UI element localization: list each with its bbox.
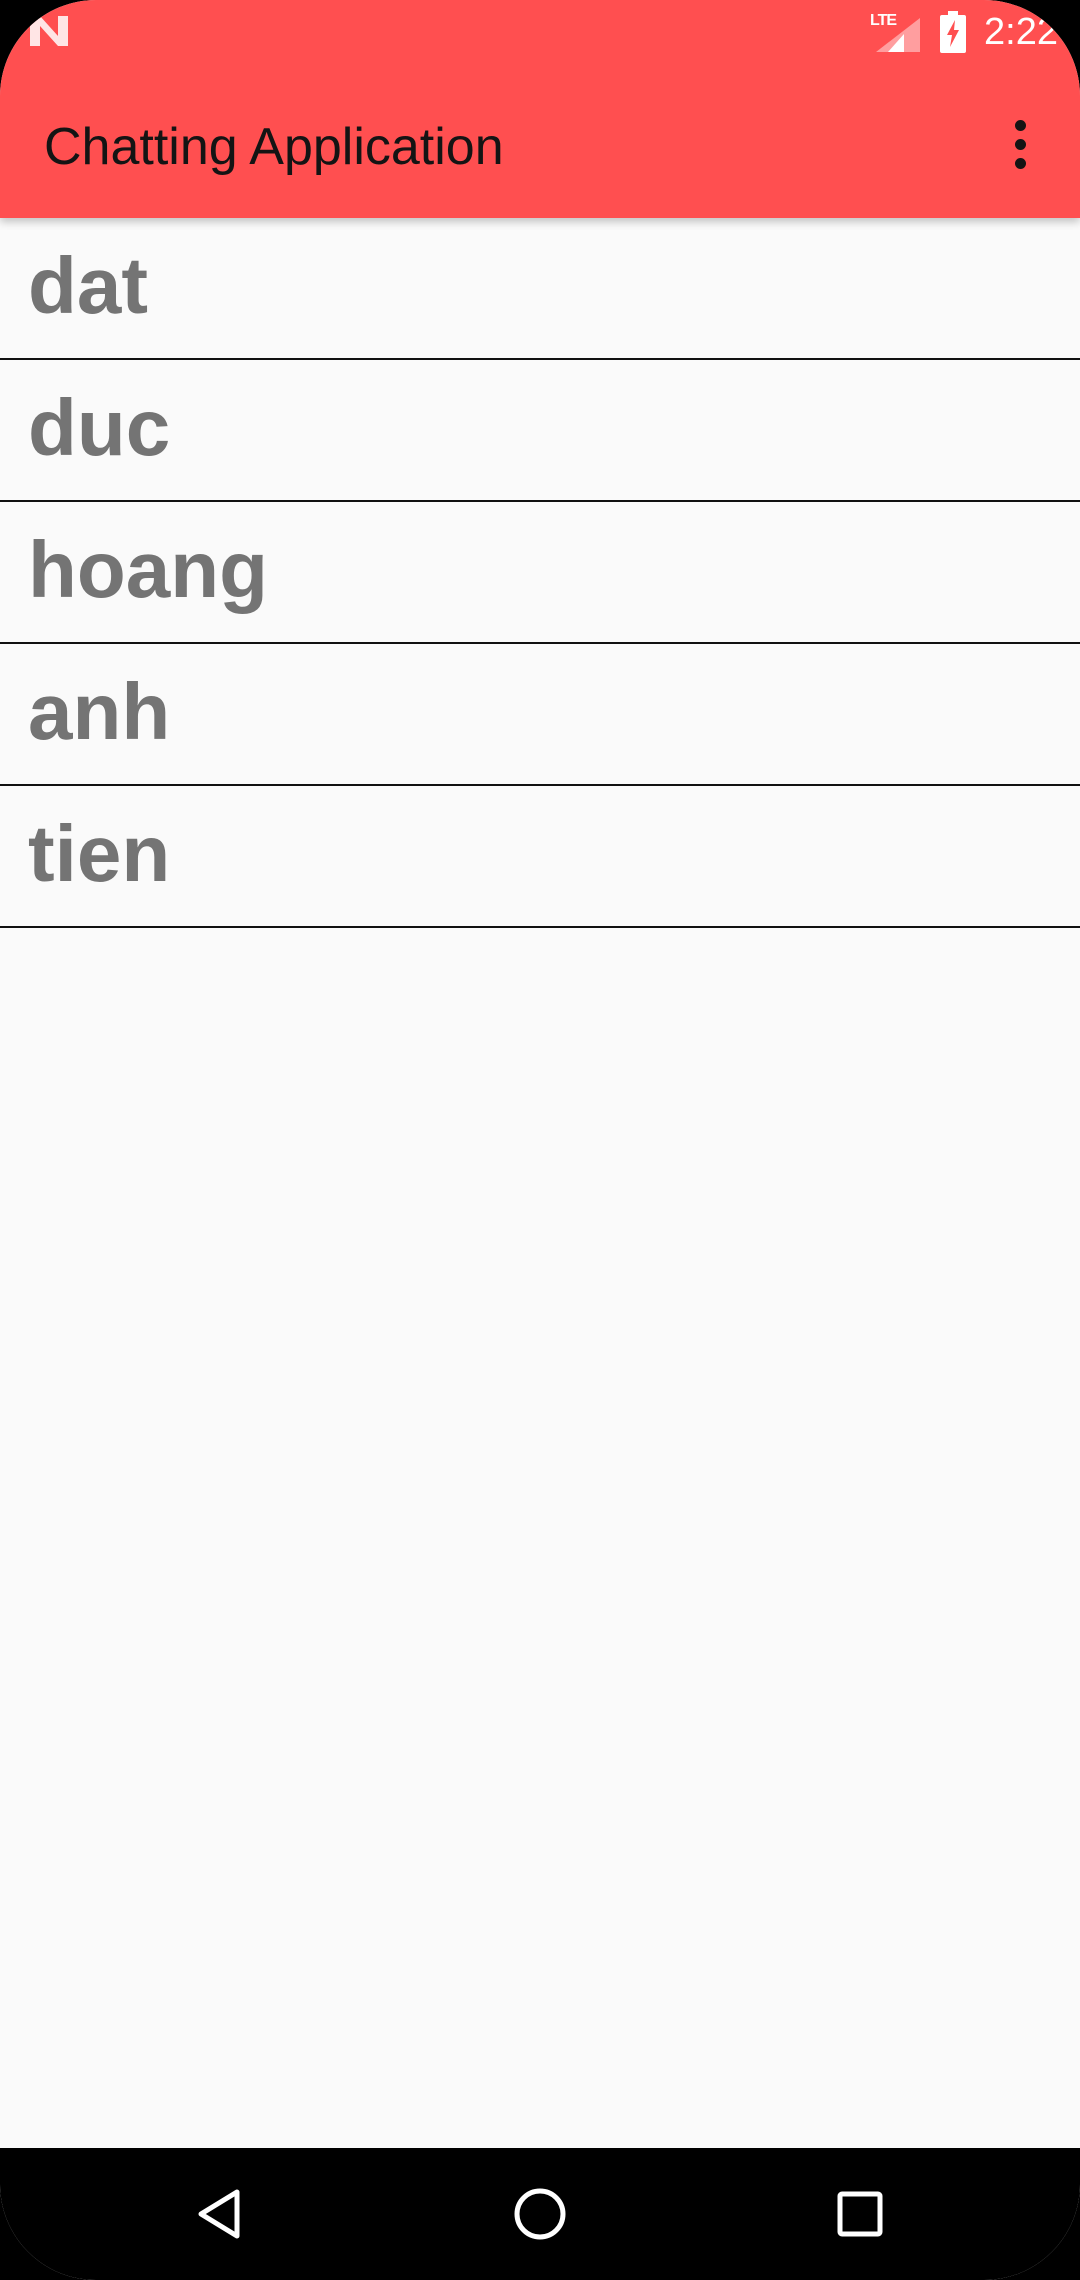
- user-name: anh: [28, 667, 171, 756]
- back-icon: [198, 2189, 240, 2239]
- notification-n-icon: [30, 16, 68, 46]
- user-name: tien: [28, 809, 171, 898]
- navigation-bar: [0, 2148, 1080, 2280]
- recents-icon: [837, 2191, 883, 2237]
- app-bar: LTE 2:22 Chatting Application: [0, 0, 1080, 218]
- nav-home-button[interactable]: [500, 2174, 580, 2254]
- list-item[interactable]: tien: [0, 786, 1080, 928]
- home-icon: [514, 2188, 566, 2240]
- battery-charging-icon: [940, 11, 967, 53]
- nav-back-button[interactable]: [181, 2174, 261, 2254]
- signal-icon: [876, 18, 921, 52]
- list-item[interactable]: anh: [0, 644, 1080, 786]
- user-list: dat duc hoang anh tien: [0, 218, 1080, 928]
- nav-recents-button[interactable]: [820, 2174, 900, 2254]
- user-name: duc: [28, 383, 171, 472]
- status-bar: LTE 2:22: [0, 0, 1080, 64]
- list-item[interactable]: dat: [0, 218, 1080, 360]
- signal-indicator: LTE: [870, 10, 922, 54]
- app-screen: LTE 2:22 Chatting Application dat duc ho…: [0, 0, 1080, 2280]
- list-item[interactable]: duc: [0, 360, 1080, 502]
- list-item[interactable]: hoang: [0, 502, 1080, 644]
- user-name: dat: [28, 241, 148, 330]
- status-time: 2:22: [984, 11, 1058, 53]
- overflow-menu-button[interactable]: [980, 104, 1060, 184]
- page-title: Chatting Application: [44, 118, 504, 176]
- more-vert-icon: [1014, 119, 1026, 169]
- status-icons: LTE 2:22: [870, 8, 1058, 56]
- user-name: hoang: [28, 525, 268, 614]
